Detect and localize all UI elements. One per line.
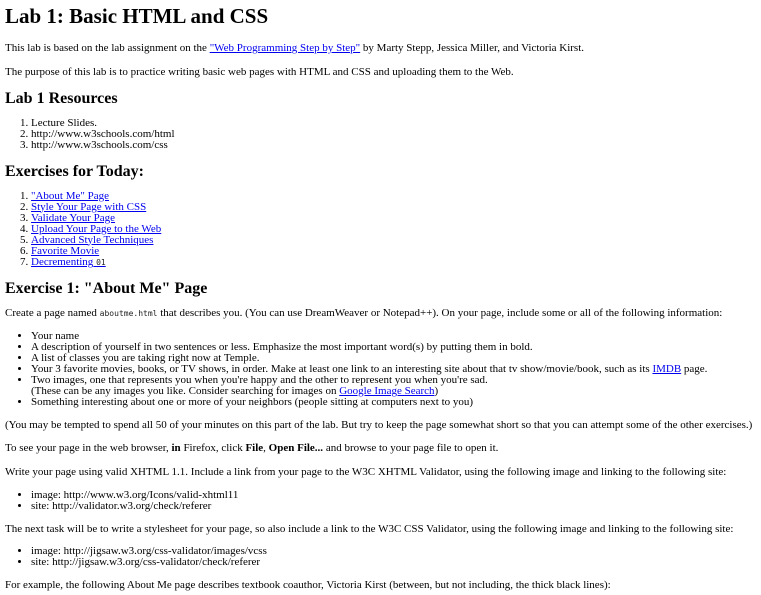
intro-text-before: This lab is based on the lab assignment … <box>5 42 210 55</box>
resources-list: Lecture Slides. http://www.w3schools.com… <box>5 117 755 151</box>
decrementing-label: Decrementing <box>31 255 94 268</box>
web-programming-link[interactable]: "Web Programming Step by Step" <box>210 42 360 54</box>
filename-code: aboutme.html <box>99 309 158 319</box>
exercise-1-intro: Create a page named aboutme.html that de… <box>5 307 755 320</box>
requirement-text: page. <box>681 362 708 375</box>
exercise-list-item: Decrementing 01 <box>31 256 755 268</box>
css-validator-item: site: http://jigsaw.w3.org/css-validator… <box>31 557 755 568</box>
xhtml-validator-item: site: http://validator.w3.org/check/refe… <box>31 500 755 512</box>
intro-text-after: by Marty Stepp, Jessica Miller, and Vict… <box>360 42 585 55</box>
exercise-1-heading: Exercise 1: "About Me" Page <box>5 279 208 297</box>
imdb-link[interactable]: IMDB <box>652 363 681 375</box>
requirement-text: ) <box>434 384 439 397</box>
intro-paragraph-1: This lab is based on the lab assignment … <box>5 42 755 55</box>
requirement-item: Two images, one that represents you when… <box>31 374 755 397</box>
exercise-list-item: Favorite Movie <box>31 245 755 257</box>
resources-heading: Lab 1 Resources <box>5 90 118 108</box>
browser-text: To see your page in the web browser, <box>5 442 172 455</box>
exercise-1-intro-after: that describes you. (You can use DreamWe… <box>157 307 723 320</box>
about-me-requirements-list: Your name A description of yourself in t… <box>5 330 755 408</box>
exercises-heading: Exercises for Today: <box>5 162 144 180</box>
browser-text: and browse to your page file to open it. <box>323 442 499 455</box>
tempted-paragraph: (You may be tempted to spend all 50 of y… <box>5 418 753 431</box>
page-title: Lab 1: Basic HTML and CSS <box>5 4 269 28</box>
file-menu-label: File <box>245 442 264 455</box>
intro-paragraph-2: The purpose of this lab is to practice w… <box>5 65 514 78</box>
page: Lab 1: Basic HTML and CSS This lab is ba… <box>0 0 761 592</box>
exercise-list-item: Style Your Page with CSS <box>31 201 755 213</box>
requirement-item: Something interesting about one or more … <box>31 396 755 408</box>
browser-bold-text: in <box>171 442 181 455</box>
decrementing-tag: 01 <box>96 257 106 267</box>
browser-text: Firefox, click <box>180 442 246 455</box>
xhtml-validator-paragraph: Write your page using valid XHTML 1.1. I… <box>5 466 727 479</box>
open-file-menu-label: Open File... <box>268 442 324 455</box>
requirement-text: (These can be any images you like. Consi… <box>31 384 340 397</box>
css-validator-paragraph: The next task will be to write a stylesh… <box>5 522 734 535</box>
example-paragraph: For example, the following About Me page… <box>5 579 611 592</box>
resource-item: http://www.w3schools.com/css <box>31 139 755 151</box>
browser-instructions-paragraph: To see your page in the web browser, in … <box>5 442 755 455</box>
xhtml-validator-list: image: http://www.w3.org/Icons/valid-xht… <box>5 489 755 512</box>
google-image-search-link[interactable]: Google Image Search <box>339 385 434 397</box>
exercise-list-item: Advanced Style Techniques <box>31 234 755 246</box>
css-validator-list: image: http://jigsaw.w3.org/css-validato… <box>5 546 755 568</box>
exercise-1-intro-before: Create a page named <box>5 307 100 320</box>
exercise-link-decrementing[interactable]: Decrementing 01 <box>31 256 106 268</box>
exercises-list: "About Me" Page Style Your Page with CSS… <box>5 190 755 268</box>
